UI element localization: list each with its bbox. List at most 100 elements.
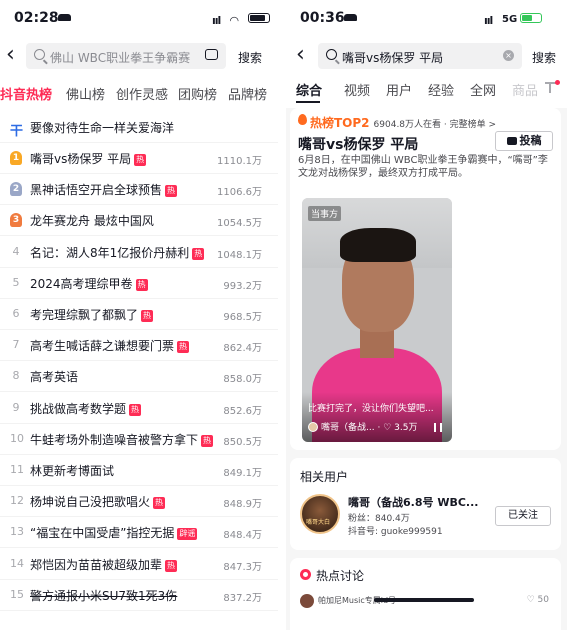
hot-list-row[interactable]: 10 牛蛙考场外制造噪音被警方拿下热 850.5万 [0,424,278,455]
pinned-row[interactable]: 干 要像对待生命一样关爱海洋 [0,112,278,143]
hot-list-row[interactable]: 9 挑战做高考数学题热 852.6万 [0,393,278,424]
hot-topic-text: 龙年赛龙舟 最炫中国风 [30,214,154,229]
hot-badge: 热 [153,497,166,510]
hot-badge: 热 [141,310,154,322]
hot-list-row[interactable]: 5 2024高考理综甲卷热 993.2万 [0,268,278,299]
video-thumbnail[interactable]: 当事方 比赛打完了，没让你们失望吧... 嘴哥（备战... · ♡ 3.5万 [302,198,452,442]
back-icon[interactable]: ‹ [296,44,305,66]
hot-topic-title: 黑神话悟空开启全球预售热 [30,181,178,198]
hot-topic-title: 考完理综飘了都飘了热 [30,306,154,323]
heat-value: 847.3万 [223,561,262,573]
hot-list-row[interactable]: 1 嘴哥vs杨保罗 平局热 1110.1万 [0,143,278,174]
tab-brand[interactable]: 品牌榜 [228,84,267,103]
tab-foshan[interactable]: 佛山榜 [66,84,105,103]
search-box[interactable]: 嘴哥vs杨保罗 平局 × [318,43,522,69]
tab-group-buy[interactable]: 团购榜 [178,84,217,103]
follow-button[interactable]: 已关注 [495,506,551,526]
back-icon[interactable]: ‹ [6,44,15,66]
tab-experience[interactable]: 经验 [428,80,454,99]
discussion-card: 热点讨论 帕加尼Music专属id号 ♡ 50 [290,558,561,630]
hot-list-row[interactable]: 6 考完理综飘了都飘了热 968.5万 [0,299,278,330]
hot-topic-text: 警方通报小米SU7致1死3伤 [30,588,178,603]
tab-web[interactable]: 全网 [470,80,496,99]
battery-icon [520,13,542,23]
hot-list-row[interactable]: 4 名记：湖人8年1亿报价丹赫利热 1048.1万 [0,237,278,268]
avatar[interactable]: 嘴哥大白 [300,494,340,534]
flame-icon [298,114,307,125]
hot-topic-text: 2024高考理综甲卷 [30,276,133,291]
tab-goods[interactable]: 商品 [512,80,538,99]
tab-video[interactable]: 视频 [344,80,370,99]
hot-topic-title: 牛蛙考场外制造噪音被警方拿下热 [30,431,214,448]
search-button[interactable]: 搜索 [238,49,262,66]
comment-avatar[interactable] [300,594,314,608]
hot-badge: 热 [192,247,205,260]
hot-topic-title: 嘴哥vs杨保罗 平局热 [30,150,147,167]
hot-topic-title: 挑战做高考数学题热 [30,400,142,417]
rank-number: 1 [10,151,22,165]
camera-search-icon[interactable] [205,49,218,60]
hot-badge: 热 [135,278,148,291]
rank-number: 3 [10,213,22,228]
rumor-badge: 辟谣 [177,528,198,541]
tab-inspiration[interactable]: 创作灵感 [116,84,168,103]
hot-list-row[interactable]: 15 警方通报小米SU7致1死3伤 837.2万 [0,580,278,611]
heat-value: 849.1万 [223,468,262,479]
hot-topic-title: 杨坤说自己没把歌唱火热 [30,493,166,510]
pause-icon[interactable] [434,423,442,432]
clear-icon[interactable]: × [503,50,514,61]
search-box[interactable]: 佛山 WBC职业拳王争霸赛 [26,43,226,69]
hot-badge: 热 [177,341,190,354]
heat-value: 1106.6万 [217,187,262,199]
hot-list-row[interactable]: 13 “福宝在中国受虐”指控无据 辟谣 848.4万 [0,517,278,549]
hot-list-row[interactable]: 8 高考英语 858.0万 [0,361,278,393]
viewers-meta: 6904.8万人在看 · 完整榜单 > [373,120,497,130]
hot-topic-title: 名记：湖人8年1亿报价丹赫利热 [30,244,205,261]
tab-all[interactable]: 综合 [296,80,322,99]
heat-value: 848.4万 [223,530,262,542]
search-button[interactable]: 搜索 [532,49,556,66]
hot-topic-text: 挑战做高考数学题 [30,401,127,416]
heat-value: 993.2万 [223,280,262,292]
hot-list-row[interactable]: 7 高考生喊话薛之谦想要门票热 862.4万 [0,330,278,362]
network-label: 5G [502,14,518,25]
hot-rank-label: 热榜TOP2 [310,116,370,130]
comment-like[interactable]: ♡ 50 [527,595,549,605]
heat-value: 858.0万 [223,374,262,386]
active-tab-underline [296,101,320,103]
rank-number: 9 [12,400,20,414]
video-source-label: 当事方 [308,206,342,221]
hot-badge: 热 [165,185,178,198]
post-button[interactable]: 投稿 [495,131,553,151]
tab-user[interactable]: 用户 [386,80,412,99]
heat-value: 968.5万 [223,312,262,323]
hot-card[interactable]: 热榜TOP2 6904.8万人在看 · 完整榜单 > 嘴哥vs杨保罗 平局 投稿 … [290,108,561,450]
user-douyin-id: 抖音号: guoke999591 [348,527,443,537]
search-input[interactable]: 嘴哥vs杨保罗 平局 [342,49,443,66]
hot-topic-text: 杨坤说自己没把歌唱火 [30,495,151,510]
hot-list-row[interactable]: 11 林更新考博面试 849.1万 [0,455,278,486]
tab-douyin-hot[interactable]: 抖音热榜 [0,84,52,103]
hot-card-description: 6月8日，在中国佛山 WBC职业拳王争霸赛中，“嘴哥”李文龙对战杨保罗，最终双方… [298,155,548,179]
rank-number: 5 [12,275,20,289]
hot-topic-title: 高考生喊话薛之谦想要门票热 [30,337,190,354]
left-screen: 02:28 ııl ◠ ‹ 佛山 WBC职业拳王争霸赛 搜索 抖音热榜 佛山榜 … [0,0,278,630]
user-name[interactable]: 嘴哥（备战6.8号 WBC... [348,494,478,510]
hot-list-row[interactable]: 12 杨坤说自己没把歌唱火热 848.9万 [0,486,278,518]
hot-badge: 热 [201,434,214,447]
search-input[interactable]: 佛山 WBC职业拳王争霸赛 [50,49,190,66]
hot-rank-line[interactable]: 热榜TOP2 6904.8万人在看 · 完整榜单 > [310,112,496,131]
hot-topic-title: 龙年赛龙舟 最炫中国风 [30,212,154,229]
rank-number: 4 [12,244,20,258]
hot-list-row[interactable]: 14 郑恺因为苗苗被超级加辈热 847.3万 [0,549,278,580]
filter-badge [555,80,560,85]
hot-list-row[interactable]: 2 黑神话悟空开启全球预售热 1106.6万 [0,174,278,206]
hot-topic-title: 警方通报小米SU7致1死3伤 [30,587,177,604]
heat-value: 848.9万 [223,499,262,511]
hot-topic-text: “福宝在中国受虐”指控无据 [30,526,175,541]
hot-topic-text: 林更新考博面试 [30,464,115,478]
camera-icon [506,137,517,145]
hot-topic-text: 考完理综飘了都飘了 [30,308,139,322]
hot-list-row[interactable]: 3 龙年赛龙舟 最炫中国风 1054.5万 [0,205,278,237]
rank-number: 2 [10,182,22,197]
